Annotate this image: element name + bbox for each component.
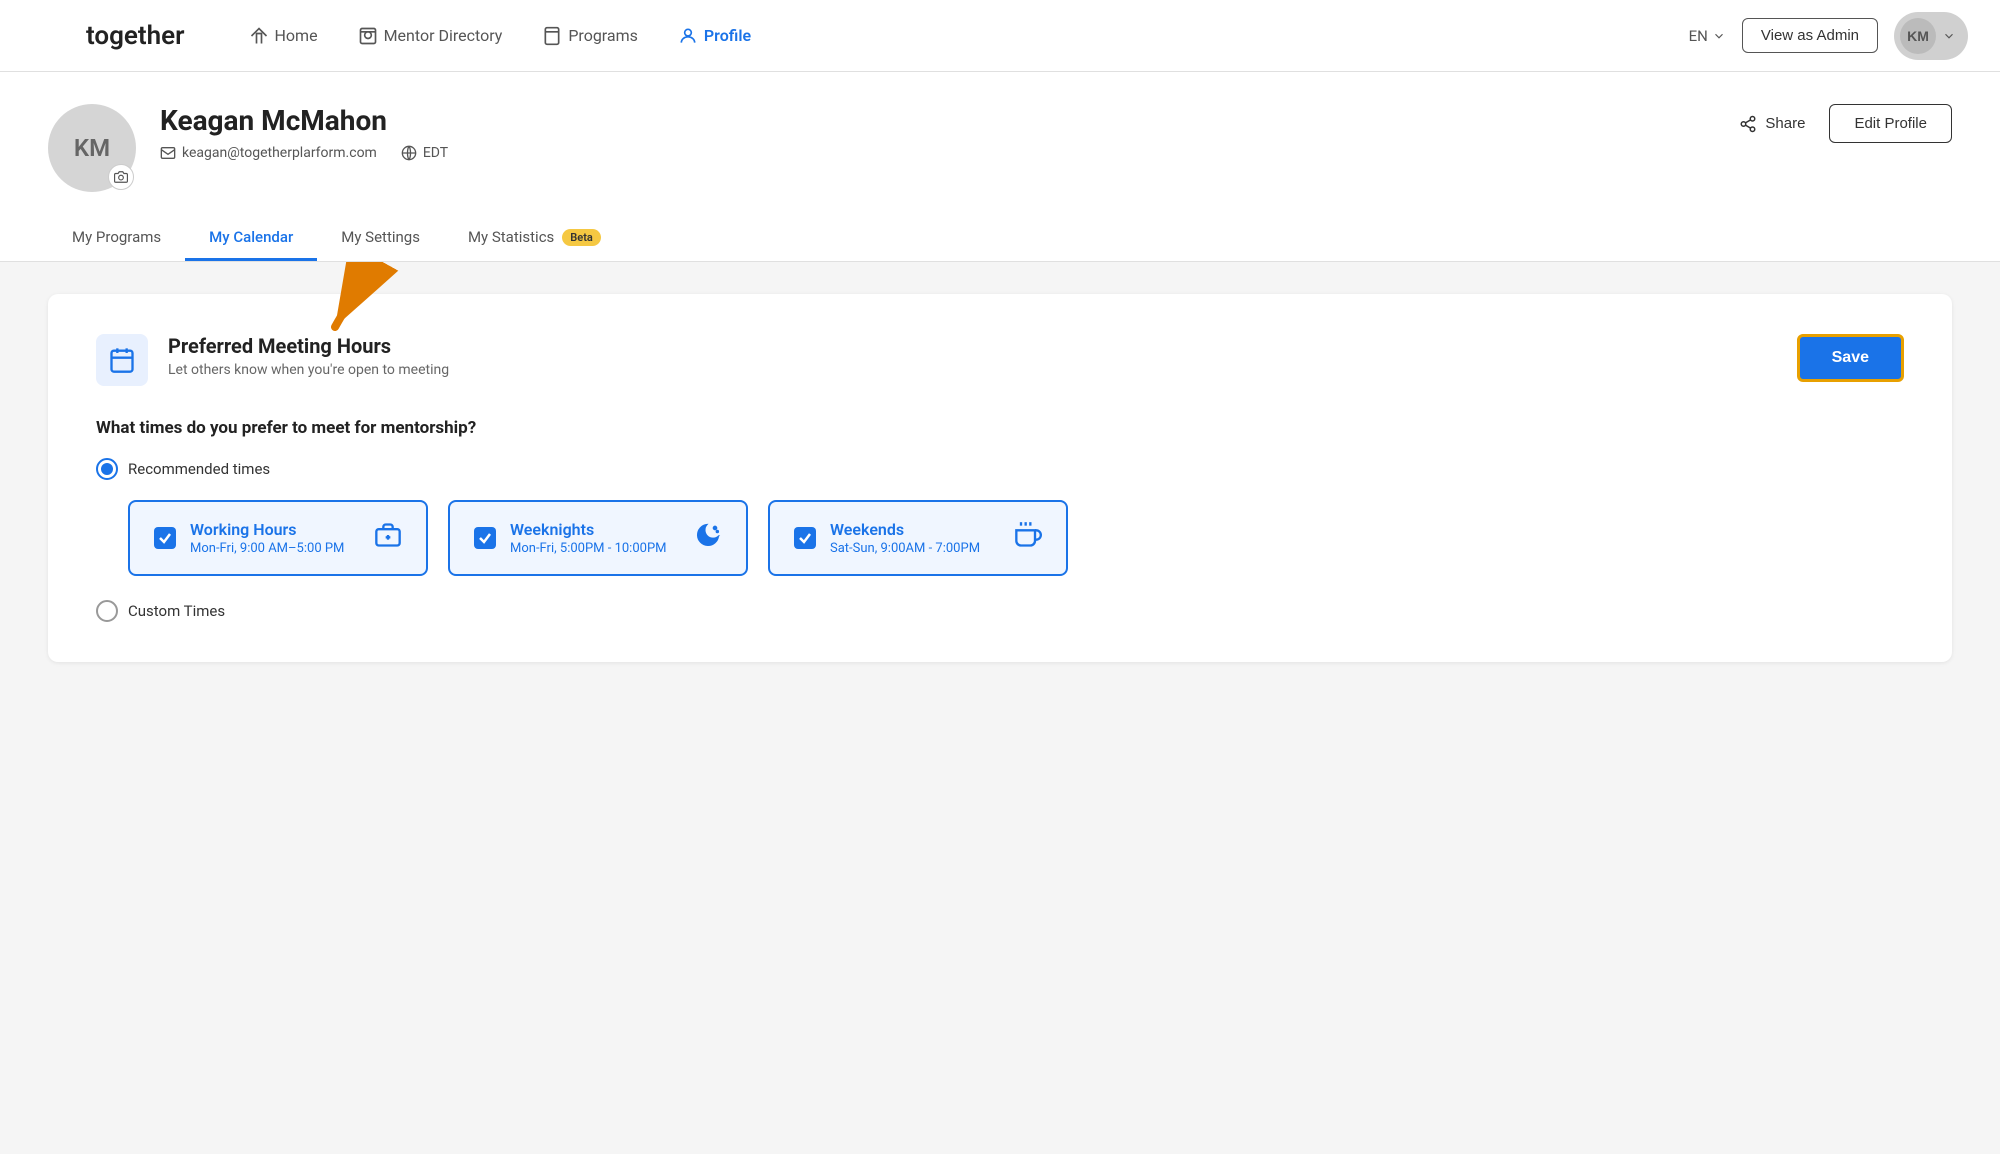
- globe-icon: [401, 145, 417, 161]
- working-hours-checkbox[interactable]: [154, 527, 176, 549]
- brand-icon: 🖐️: [32, 14, 76, 58]
- weeknights-checkbox[interactable]: [474, 527, 496, 549]
- weeknights-left: Weeknights Mon-Fri, 5:00PM - 10:00PM: [474, 520, 667, 556]
- card-title-group: Preferred Meeting Hours Let others know …: [168, 334, 449, 378]
- profile-timezone: EDT: [401, 145, 448, 161]
- edit-profile-button[interactable]: Edit Profile: [1829, 104, 1952, 143]
- chevron-down-icon: [1942, 29, 1956, 43]
- weekends-range: Sat-Sun, 9:00AM - 7:00PM: [830, 541, 980, 556]
- weekends-checkbox[interactable]: [794, 527, 816, 549]
- profile-email: keagan@togetherplarform.com: [160, 145, 377, 161]
- moon-icon: [694, 521, 722, 555]
- nav-mentor-directory[interactable]: Mentor Directory: [342, 18, 519, 54]
- custom-times-label: Custom Times: [128, 602, 225, 620]
- search-icon: [358, 26, 378, 46]
- view-as-admin-button[interactable]: View as Admin: [1742, 18, 1878, 53]
- camera-icon[interactable]: [108, 164, 134, 190]
- working-hours-info: Working Hours Mon-Fri, 9:00 AM–5:00 PM: [190, 520, 344, 556]
- recommended-radio[interactable]: [96, 458, 118, 480]
- nav-items: Home Mentor Directory Programs Profile: [233, 18, 1689, 54]
- card-title: Preferred Meeting Hours: [168, 334, 449, 358]
- user-avatar-button[interactable]: KM: [1894, 12, 1968, 60]
- share-button[interactable]: Share: [1731, 107, 1813, 141]
- brand-name: together: [86, 21, 185, 51]
- weekends-name: Weekends: [830, 520, 980, 539]
- meeting-question: What times do you prefer to meet for men…: [96, 418, 1904, 438]
- card-header: Preferred Meeting Hours Let others know …: [96, 334, 1904, 386]
- email-icon: [160, 145, 176, 161]
- weeknights-name: Weeknights: [510, 520, 667, 539]
- navbar: 🖐️ together Home Mentor Directory Progra…: [0, 0, 2000, 72]
- briefcase-icon: [374, 521, 402, 555]
- navbar-right: EN View as Admin KM: [1689, 12, 1968, 60]
- chevron-down-icon: [1712, 29, 1726, 43]
- save-button[interactable]: Save: [1797, 334, 1904, 382]
- profile-tabs: My Programs My Calendar My Settings My S…: [48, 216, 1952, 261]
- main-content: Preferred Meeting Hours Let others know …: [0, 262, 2000, 694]
- weekends-card[interactable]: Weekends Sat-Sun, 9:00AM - 7:00PM: [768, 500, 1068, 576]
- custom-times-option[interactable]: Custom Times: [96, 600, 1904, 622]
- tab-my-programs[interactable]: My Programs: [48, 216, 185, 261]
- profile-name: Keagan McMahon: [160, 104, 1731, 137]
- time-cards: Working Hours Mon-Fri, 9:00 AM–5:00 PM: [128, 500, 1904, 576]
- nav-home[interactable]: Home: [233, 18, 334, 54]
- person-icon: [678, 26, 698, 46]
- working-hours-range: Mon-Fri, 9:00 AM–5:00 PM: [190, 541, 344, 556]
- calendar-icon-box: [96, 334, 148, 386]
- language-selector[interactable]: EN: [1689, 27, 1726, 45]
- weeknights-info: Weeknights Mon-Fri, 5:00PM - 10:00PM: [510, 520, 667, 556]
- tab-my-calendar[interactable]: My Calendar: [185, 216, 317, 261]
- weeknights-range: Mon-Fri, 5:00PM - 10:00PM: [510, 541, 667, 556]
- profile-info-row: KM Keagan McMahon keagan@togetherplarfor…: [48, 104, 1952, 192]
- working-hours-left: Working Hours Mon-Fri, 9:00 AM–5:00 PM: [154, 520, 344, 556]
- beta-badge: Beta: [562, 229, 601, 246]
- profile-meta: keagan@togetherplarform.com EDT: [160, 145, 1731, 161]
- weeknights-card[interactable]: Weeknights Mon-Fri, 5:00PM - 10:00PM: [448, 500, 748, 576]
- recommended-times-option[interactable]: Recommended times: [96, 458, 1904, 480]
- home-icon: [249, 26, 269, 46]
- card-subtitle: Let others know when you're open to meet…: [168, 362, 449, 378]
- profile-details: Keagan McMahon keagan@togetherplarform.c…: [160, 104, 1731, 161]
- card-header-left: Preferred Meeting Hours Let others know …: [96, 334, 449, 386]
- working-hours-name: Working Hours: [190, 520, 344, 539]
- custom-radio[interactable]: [96, 600, 118, 622]
- tab-my-statistics[interactable]: My Statistics Beta: [444, 216, 625, 261]
- brand-logo-link[interactable]: 🖐️ together: [32, 14, 185, 58]
- profile-header: KM Keagan McMahon keagan@togetherplarfor…: [0, 72, 2000, 262]
- share-icon: [1739, 115, 1757, 133]
- nav-profile[interactable]: Profile: [662, 18, 767, 54]
- weekends-info: Weekends Sat-Sun, 9:00AM - 7:00PM: [830, 520, 980, 556]
- profile-avatar-wrapper: KM: [48, 104, 136, 192]
- tab-my-settings[interactable]: My Settings: [317, 216, 444, 261]
- bookmark-icon: [542, 26, 562, 46]
- calendar-card: Preferred Meeting Hours Let others know …: [48, 294, 1952, 662]
- nav-programs[interactable]: Programs: [526, 18, 654, 54]
- recommended-label: Recommended times: [128, 460, 270, 478]
- working-hours-card[interactable]: Working Hours Mon-Fri, 9:00 AM–5:00 PM: [128, 500, 428, 576]
- calendar-icon: [108, 346, 136, 374]
- profile-actions: Share Edit Profile: [1731, 104, 1952, 143]
- coffee-icon: [1014, 521, 1042, 555]
- weekends-left: Weekends Sat-Sun, 9:00AM - 7:00PM: [794, 520, 980, 556]
- avatar: KM: [1900, 18, 1936, 54]
